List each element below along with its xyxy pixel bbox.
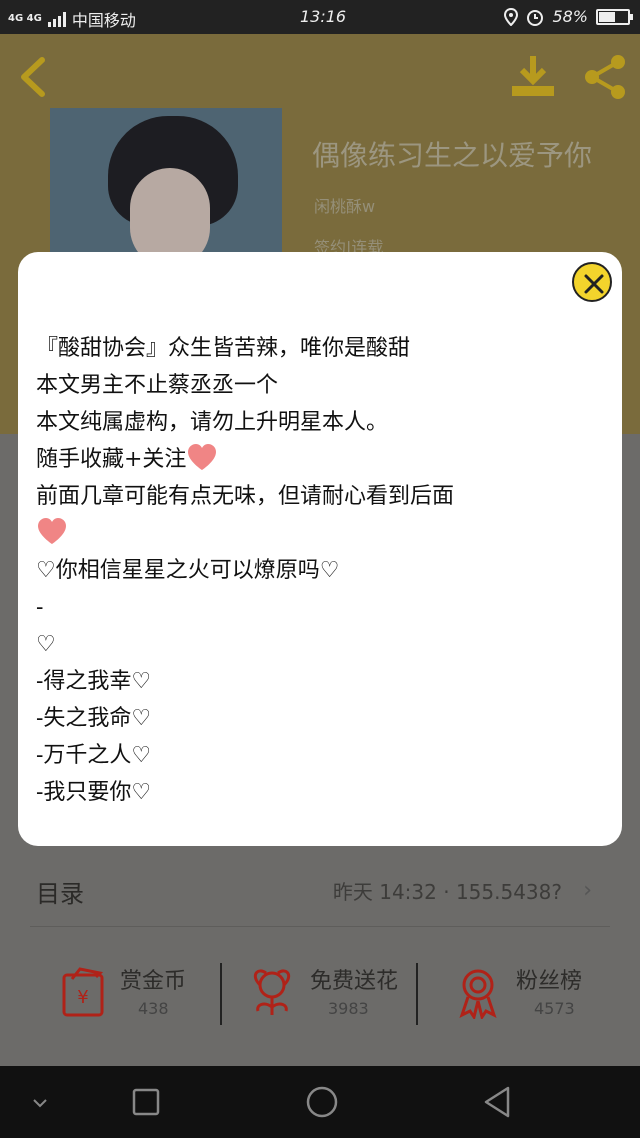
download-icon[interactable] <box>508 52 558 102</box>
description-line: 『酸甜协会』众生皆苦辣，唯你是酸甜 <box>36 336 411 361</box>
network-type: 4G 4G <box>8 13 42 24</box>
flower-icon <box>253 969 291 1015</box>
description-line: 本文纯属虚构，请勿上升明星本人。 <box>36 410 389 435</box>
stat-label: 粉丝榜 <box>516 969 583 994</box>
red-envelope-icon: ¥ <box>62 967 104 1017</box>
divider <box>30 926 610 927</box>
book-cover-image[interactable] <box>50 108 282 258</box>
table-of-contents-row[interactable]: 目录 昨天 14:32 · 155.5438? › <box>36 874 606 912</box>
divider <box>220 963 222 1025</box>
book-description-dialog: 『酸甜协会』众生皆苦辣，唯你是酸甜 本文男主不止蔡丞丞一个 本文纯属虚构，请勿上… <box>18 252 622 846</box>
stat-count: 3983 <box>328 999 369 1018</box>
svg-text:¥: ¥ <box>77 987 88 1008</box>
description-line: ♡ <box>36 632 56 657</box>
description-line: 随手收藏+关注 <box>36 441 604 478</box>
heart-emoji-icon <box>38 518 66 544</box>
stat-count: 4573 <box>534 999 575 1018</box>
divider <box>416 963 418 1025</box>
description-line: - <box>36 595 44 620</box>
send-flower-button[interactable]: 免费送花 3983 <box>244 955 424 1025</box>
heart-emoji-icon <box>188 444 217 470</box>
description-text: 『酸甜协会』众生皆苦辣，唯你是酸甜 本文男主不止蔡丞丞一个 本文纯属虚构，请勿上… <box>36 330 604 811</box>
fan-ranking-button[interactable]: 粉丝榜 4573 <box>450 955 630 1025</box>
chevron-down-icon[interactable] <box>18 1080 62 1124</box>
description-line <box>36 515 604 552</box>
medal-icon <box>459 969 497 1019</box>
description-line: -失之我命♡ <box>36 706 152 731</box>
back-arrow-icon[interactable] <box>14 54 54 100</box>
description-line: 本文男主不止蔡丞丞一个 <box>36 373 279 398</box>
stat-label: 赏金币 <box>120 969 187 994</box>
stats-bar: ¥ 赏金币 438 免费送花 3983 粉丝榜 4573 <box>30 955 610 1035</box>
alarm-icon <box>527 9 544 26</box>
reward-coin-button[interactable]: ¥ 赏金币 438 <box>54 955 234 1025</box>
description-line: 前面几章可能有点无味，但请耐心看到后面 <box>36 484 455 509</box>
description-line: ♡你相信星星之火可以燎原吗♡ <box>36 558 340 583</box>
share-icon[interactable] <box>580 52 630 102</box>
description-line: -我只要你♡ <box>36 780 152 805</box>
toc-label: 目录 <box>36 880 84 908</box>
carrier-name: 中国移动 <box>71 11 136 30</box>
system-nav-bar <box>0 1066 640 1138</box>
book-title: 偶像练习生之以爱予你 <box>312 139 593 172</box>
recent-apps-button[interactable] <box>124 1080 168 1124</box>
book-author[interactable]: 闲桃酥w <box>314 193 375 217</box>
location-icon <box>504 7 519 26</box>
clock: 13:16 <box>300 7 347 26</box>
description-line: -得之我幸♡ <box>36 669 152 694</box>
description-line-text: 随手收藏+关注 <box>36 447 187 472</box>
toc-update-info: 昨天 14:32 · 155.5438? <box>332 880 562 904</box>
home-button[interactable] <box>300 1080 344 1124</box>
chevron-right-icon: › <box>583 878 592 903</box>
close-icon <box>584 274 604 294</box>
description-line: -万千之人♡ <box>36 743 152 768</box>
battery-percent: 58% <box>552 7 588 26</box>
stat-label: 免费送花 <box>310 969 399 994</box>
close-button[interactable] <box>572 262 612 302</box>
stat-count: 438 <box>138 999 169 1018</box>
battery-icon <box>596 8 633 25</box>
status-bar: 4G 4G 中国移动 13:16 58% <box>0 0 640 34</box>
back-button[interactable] <box>476 1080 520 1124</box>
signal-icon <box>47 11 66 27</box>
